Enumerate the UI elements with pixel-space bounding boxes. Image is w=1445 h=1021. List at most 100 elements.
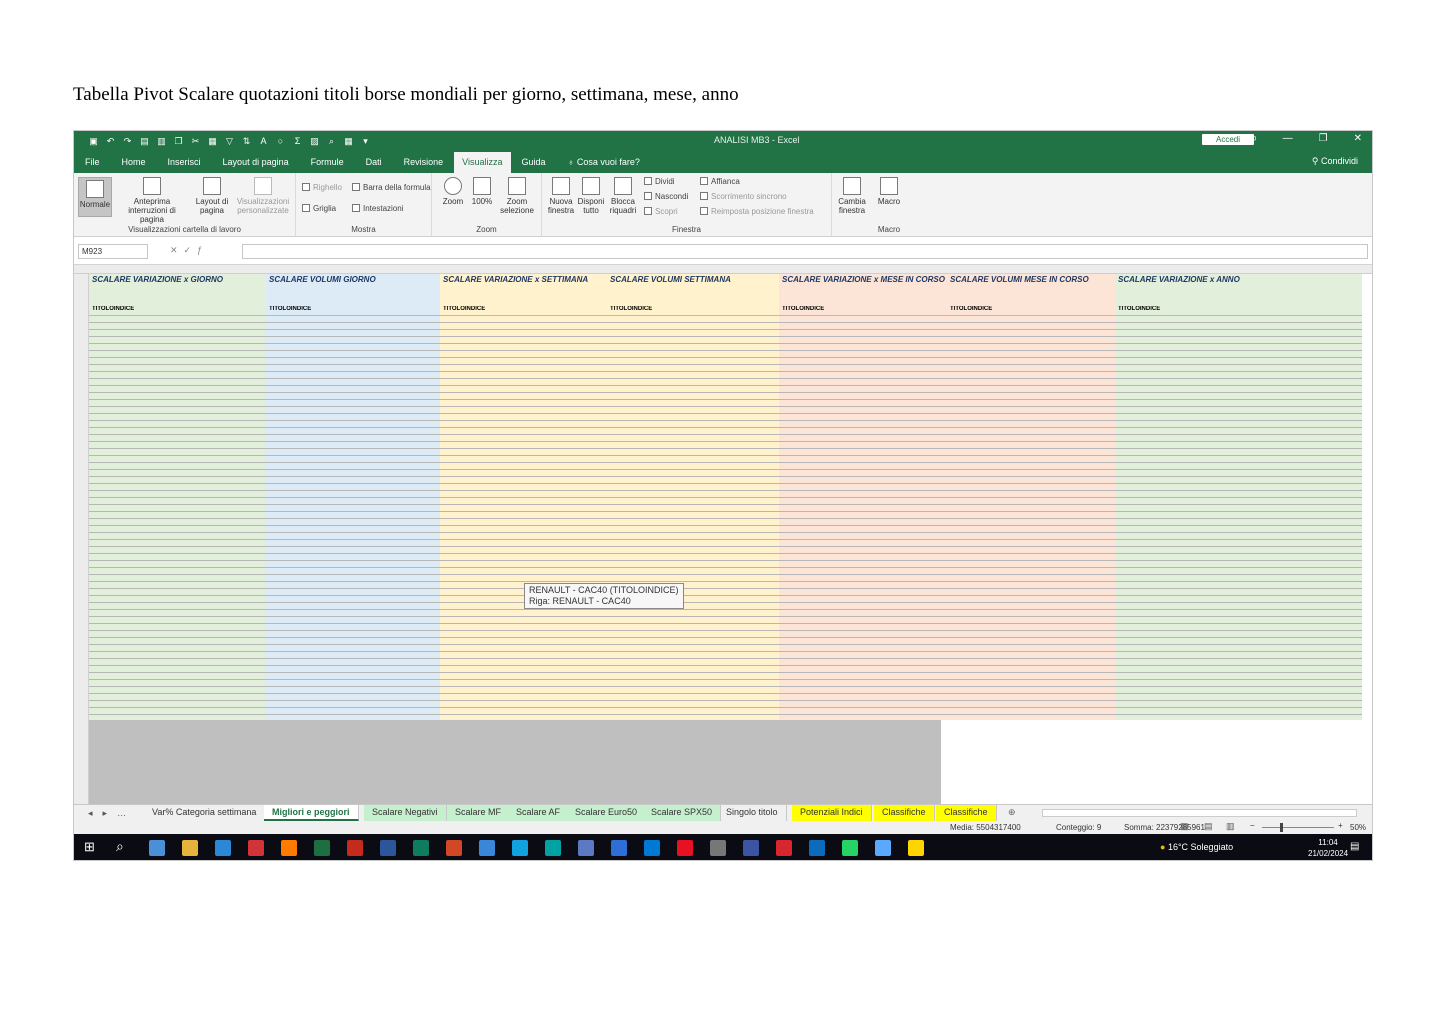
next-sheet-icon[interactable]: ▸ [103, 808, 108, 819]
copy-icon[interactable]: ❐ [173, 136, 184, 146]
redo-icon[interactable]: ↷ [122, 136, 133, 146]
filter-icon[interactable]: ▽ [224, 136, 235, 146]
tab-review[interactable]: Revisione [393, 157, 455, 173]
taskbar-app-icon[interactable] [875, 840, 891, 856]
sheet-tab-singolo[interactable]: Singolo titolo [718, 805, 787, 821]
ruler-checkbox[interactable]: Righello [302, 183, 342, 192]
print-icon[interactable]: ▥ [156, 136, 167, 146]
sheet-tab-negativi[interactable]: Scalare Negativi [364, 805, 447, 821]
macros-button[interactable]: Macro [874, 177, 904, 206]
zoom-slider[interactable] [1262, 827, 1334, 828]
prev-sheet-icon[interactable]: ◂ [88, 808, 93, 819]
taskbar-app-icon[interactable] [380, 840, 396, 856]
pivot-rows[interactable] [607, 316, 779, 720]
pivot-rows[interactable] [779, 316, 947, 720]
sort-icon[interactable]: ⇅ [241, 136, 252, 146]
pivot-block-2[interactable]: SCALARE VOLUMI GIORNO TITOLOINDICE [266, 274, 440, 720]
undo-icon[interactable]: ↶ [105, 136, 116, 146]
save-icon[interactable]: ▣ [88, 136, 99, 146]
sheet-tab-classifiche-2[interactable]: Classifiche [936, 805, 997, 821]
taskbar-app-icon[interactable] [611, 840, 627, 856]
headings-checkbox[interactable]: Intestazioni [352, 204, 403, 213]
page-break-preview-button[interactable]: Anteprima interruzioni di pagina [116, 177, 188, 224]
worksheet-grid[interactable]: SCALARE VARIAZIONE x GIORNO TITOLOINDICE S… [74, 274, 1362, 804]
pivot-block-1[interactable]: SCALARE VARIAZIONE x GIORNO TITOLOINDICE [89, 274, 266, 720]
close-icon[interactable]: ✕ [1354, 133, 1362, 144]
fx-icon[interactable]: ƒ [197, 245, 208, 255]
taskbar-app-icon[interactable] [644, 840, 660, 856]
cancel-icon[interactable]: ✕ [170, 245, 184, 255]
pivot-block-3[interactable]: SCALARE VARIAZIONE x SETTIMANA TITOLOINDI… [440, 274, 607, 720]
taskbar-app-icon[interactable] [446, 840, 462, 856]
chart-icon[interactable]: ▨ [309, 136, 320, 146]
zoom-button[interactable]: Zoom [438, 177, 468, 206]
taskbar-app-icon[interactable] [545, 840, 561, 856]
view-normal-icon[interactable]: ▦ [1180, 821, 1189, 832]
taskbar-app-icon[interactable] [776, 840, 792, 856]
share-button[interactable]: ⚲ Condividi [1312, 156, 1358, 167]
sheet-tab-mf[interactable]: Scalare MF [447, 805, 511, 821]
maximize-icon[interactable]: ❐ [1319, 133, 1328, 144]
tab-insert[interactable]: Inserisci [157, 157, 212, 173]
taskbar-app-icon[interactable] [479, 840, 495, 856]
font-color-icon[interactable]: A [258, 136, 269, 146]
tab-formulas[interactable]: Formule [300, 157, 355, 173]
taskbar-app-icon[interactable] [512, 840, 528, 856]
sheet-tab-potenziali[interactable]: Potenziali Indici [792, 805, 872, 821]
open-icon[interactable]: ▤ [139, 136, 150, 146]
pivot-block-5[interactable]: SCALARE VARIAZIONE x MESE IN CORSO TITOLO… [779, 274, 947, 720]
taskbar-app-icon[interactable] [149, 840, 165, 856]
taskbar-app-icon[interactable] [908, 840, 924, 856]
taskbar-app-icon[interactable] [347, 840, 363, 856]
minimize-icon[interactable]: — [1283, 133, 1293, 144]
switch-windows-button[interactable]: Cambia finestra [832, 177, 872, 215]
taskbar-app-icon[interactable] [281, 840, 297, 856]
split-button[interactable]: Dividi [644, 177, 675, 186]
name-box[interactable]: M923 [78, 244, 148, 259]
formula-bar-checkbox[interactable]: Barra della formula [352, 183, 431, 192]
reset-position-button[interactable]: Reimposta posizione finestra [700, 207, 814, 216]
tell-me-search[interactable]: ♁ Cosa vuoi fare? [557, 157, 651, 173]
pivot-block-7[interactable]: SCALARE VARIAZIONE x ANNO TITOLOINDICE [1115, 274, 1362, 720]
system-clock[interactable]: 11:04 21/02/2024 [1308, 837, 1348, 859]
taskbar-app-icon[interactable] [248, 840, 264, 856]
sum-icon[interactable]: Σ [292, 136, 303, 146]
new-window-button[interactable]: Nuova finestra [546, 177, 576, 215]
sync-scroll-button[interactable]: Scorrimento sincrono [700, 192, 787, 201]
weather-widget[interactable]: ● 16°C Soleggiato [1160, 842, 1233, 852]
taskbar-app-icon[interactable] [809, 840, 825, 856]
table-icon[interactable]: ▦ [343, 136, 354, 146]
pivot-rows[interactable] [440, 316, 607, 720]
unhide-button[interactable]: Scopri [644, 207, 678, 216]
sheet-tab-spx50[interactable]: Scalare SPX50 [643, 805, 722, 821]
zoom-in-icon[interactable]: + [1338, 821, 1343, 830]
pivot-rows[interactable] [1115, 316, 1362, 720]
horizontal-scrollbar[interactable] [1042, 809, 1357, 817]
sheet-tab-categoria[interactable]: Var% Categoria settimana [144, 805, 266, 821]
sheet-tab-migliori[interactable]: Migliori e peggiori [264, 805, 359, 821]
taskbar-app-icon[interactable] [578, 840, 594, 856]
tab-view[interactable]: Visualizza [454, 152, 511, 173]
taskbar-app-icon[interactable] [710, 840, 726, 856]
side-by-side-button[interactable]: Affianca [700, 177, 740, 186]
more-icon[interactable]: ▾ [360, 136, 371, 146]
pivot-rows[interactable] [266, 316, 440, 720]
zoom-slider-thumb[interactable] [1280, 823, 1283, 832]
zoom-selection-button[interactable]: Zoom selezione [496, 177, 538, 215]
taskbar-app-icon[interactable] [743, 840, 759, 856]
pivot-rows[interactable] [89, 316, 266, 720]
ribbon-options-icon[interactable]: ▭ [1247, 133, 1256, 144]
zoom-level[interactable]: 50% [1350, 823, 1366, 832]
view-break-icon[interactable]: ▥ [1226, 821, 1235, 832]
zoom-100-button[interactable]: 100% [470, 177, 494, 206]
sheet-tab-af[interactable]: Scalare AF [508, 805, 570, 821]
pivot-rows[interactable] [947, 316, 1115, 720]
taskbar-app-icon[interactable] [842, 840, 858, 856]
arrange-all-button[interactable]: Disponi tutto [576, 177, 606, 215]
taskbar-app-icon[interactable] [215, 840, 231, 856]
more-sheets-icon[interactable]: … [117, 808, 126, 819]
tab-file[interactable]: File [74, 157, 111, 173]
pivot-block-6[interactable]: SCALARE VOLUMI MESE IN CORSO TITOLOINDICE [947, 274, 1115, 720]
tab-home[interactable]: Home [111, 157, 157, 173]
taskbar-app-icon[interactable] [413, 840, 429, 856]
